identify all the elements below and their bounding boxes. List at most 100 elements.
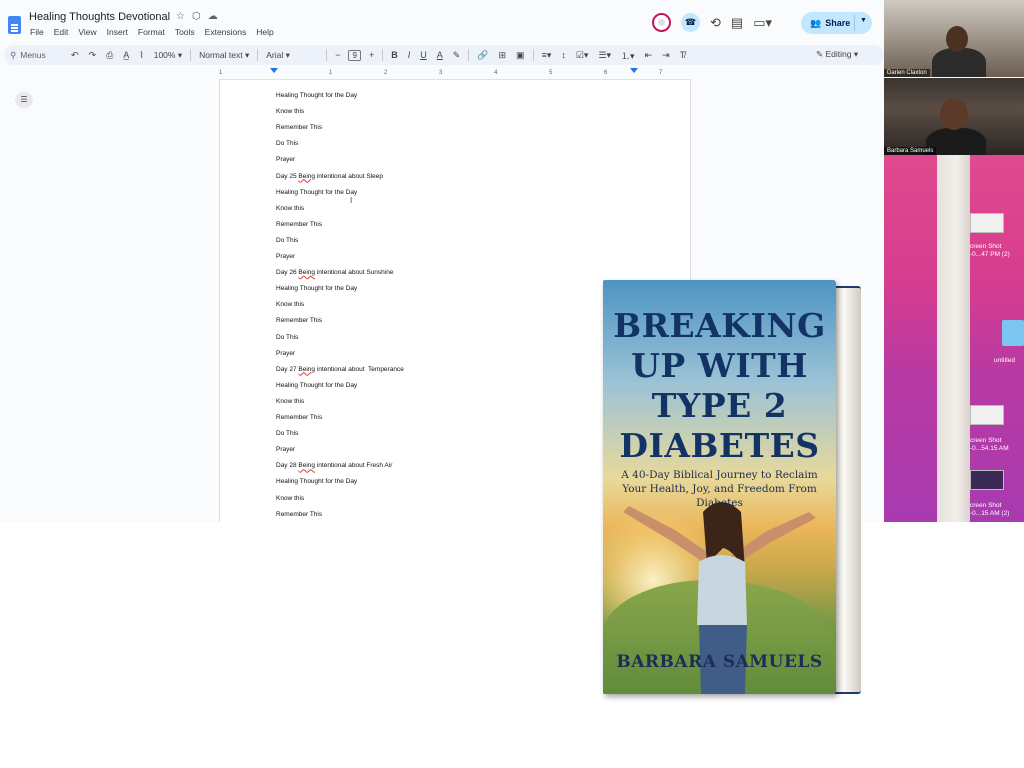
document-line[interactable]: Healing Thought for the Day bbox=[276, 382, 357, 389]
participant-video-2[interactable]: Barbara Samuels bbox=[884, 78, 1024, 155]
ruler[interactable]: 1 1 2 3 4 5 6 7 bbox=[219, 68, 691, 80]
user-avatar[interactable] bbox=[652, 13, 671, 32]
document-line[interactable]: Do This bbox=[276, 140, 298, 147]
document-line[interactable]: Prayer bbox=[276, 446, 295, 453]
dock-bar bbox=[937, 155, 970, 522]
zoom-select[interactable]: 100% ▾ bbox=[154, 50, 182, 61]
style-select[interactable]: Normal text ▾ bbox=[199, 50, 249, 61]
document-line[interactable]: Healing Thought for the Day bbox=[276, 92, 357, 99]
book-title-line: TYPE 2 bbox=[651, 386, 788, 425]
docs-logo-icon[interactable] bbox=[8, 16, 21, 34]
screenshot-thumbnail[interactable] bbox=[970, 405, 1004, 425]
align-icon[interactable]: ≡▾ bbox=[542, 50, 552, 61]
misspelled-word[interactable]: Being bbox=[298, 173, 315, 180]
docs-header: Healing Thoughts Devotional ☆ ⬡ ☁ File E… bbox=[0, 0, 884, 44]
document-line[interactable]: Remember This bbox=[276, 221, 322, 228]
desktop-item-label[interactable]: untitled bbox=[994, 357, 1015, 365]
document-outline-icon[interactable]: ☰ bbox=[15, 92, 33, 108]
document-line[interactable]: Day 25 Being intentional about Sleep bbox=[276, 173, 383, 180]
bulleted-list-icon[interactable]: ☰▾ bbox=[598, 50, 611, 61]
document-line[interactable]: Prayer bbox=[276, 253, 295, 260]
menu-file[interactable]: File bbox=[30, 27, 44, 37]
book-subtitle-line: Your Health, Joy, and Freedom From Diabe… bbox=[622, 483, 817, 509]
folder-icon[interactable] bbox=[1002, 320, 1024, 346]
paint-format-icon[interactable]: ⌇ bbox=[139, 50, 143, 61]
menu-view[interactable]: View bbox=[78, 27, 96, 37]
menu-tools[interactable]: Tools bbox=[175, 27, 195, 37]
document-line[interactable]: Prayer bbox=[276, 350, 295, 357]
move-folder-icon[interactable]: ⬡ bbox=[192, 11, 201, 22]
document-line[interactable]: Day 27 Being intentional about Temperanc… bbox=[276, 366, 404, 373]
document-line[interactable]: Do This bbox=[276, 334, 298, 341]
document-line[interactable]: Know this bbox=[276, 398, 304, 405]
decrease-indent-icon[interactable]: ⇤ bbox=[645, 50, 653, 61]
book-pages-edge bbox=[833, 288, 861, 692]
document-line[interactable]: Do This bbox=[276, 237, 298, 244]
desktop-item-label[interactable]: creen Shot -0...54.15 AM bbox=[970, 437, 1009, 453]
document-line[interactable]: Healing Thought for the Day bbox=[276, 478, 357, 485]
print-icon[interactable]: ⎙ bbox=[106, 50, 113, 61]
add-comment-icon[interactable]: ⊞ bbox=[499, 50, 507, 61]
underline-icon[interactable]: U bbox=[420, 50, 427, 60]
menu-extensions[interactable]: Extensions bbox=[205, 27, 247, 37]
screenshot-thumbnail[interactable] bbox=[970, 470, 1004, 490]
cloud-saved-icon[interactable]: ☁ bbox=[208, 11, 218, 22]
comments-icon[interactable]: ▤ bbox=[731, 15, 743, 31]
document-line[interactable]: Do This bbox=[276, 430, 298, 437]
share-button[interactable]: 👥 Share ▼ bbox=[801, 12, 872, 34]
document-title[interactable]: Healing Thoughts Devotional bbox=[29, 11, 170, 23]
document-line[interactable]: Know this bbox=[276, 301, 304, 308]
line-spacing-icon[interactable]: ↕ bbox=[561, 50, 566, 60]
menu-help[interactable]: Help bbox=[256, 27, 273, 37]
checklist-icon[interactable]: ☑▾ bbox=[576, 50, 589, 61]
document-line[interactable]: Remember This bbox=[276, 124, 322, 131]
document-line[interactable]: Know this bbox=[276, 108, 304, 115]
increase-indent-icon[interactable]: ⇥ bbox=[662, 50, 670, 61]
document-line[interactable]: Remember This bbox=[276, 414, 322, 421]
spellcheck-icon[interactable]: A̲ bbox=[123, 50, 129, 60]
menu-format[interactable]: Format bbox=[138, 27, 165, 37]
document-line[interactable]: Day 26 Being intentional about Sunshine bbox=[276, 269, 393, 276]
document-line[interactable]: Know this bbox=[276, 495, 304, 502]
font-size-input[interactable]: 9 bbox=[348, 49, 361, 61]
font-size-increase-icon[interactable]: + bbox=[369, 50, 374, 60]
redo-icon[interactable]: ↷ bbox=[89, 50, 97, 61]
document-line[interactable]: Prayer bbox=[276, 156, 295, 163]
star-icon[interactable]: ☆ bbox=[176, 11, 185, 22]
italic-icon[interactable]: I bbox=[408, 50, 411, 60]
bold-icon[interactable]: B bbox=[391, 50, 398, 60]
insert-image-icon[interactable]: ▣ bbox=[516, 50, 525, 61]
document-line[interactable]: Remember This bbox=[276, 511, 322, 518]
editing-mode-select[interactable]: ✎ Editing ▾ bbox=[816, 49, 858, 60]
share-dropdown-icon[interactable]: ▼ bbox=[860, 17, 867, 24]
meet-call-icon[interactable]: ☎ bbox=[681, 13, 700, 32]
undo-icon[interactable]: ↶ bbox=[71, 50, 79, 61]
desktop-item-label[interactable]: creen Shot -0...47 PM (2) bbox=[970, 243, 1010, 259]
document-line[interactable]: Day 28 Being intentional about Fresh Air bbox=[276, 462, 392, 469]
menus-search[interactable]: ⚲ Menus bbox=[10, 50, 66, 61]
misspelled-word[interactable]: Being bbox=[298, 269, 315, 276]
menu-insert[interactable]: Insert bbox=[107, 27, 128, 37]
font-select[interactable]: Arial ▾ bbox=[266, 50, 318, 61]
highlight-icon[interactable]: ✎ bbox=[453, 50, 461, 61]
version-history-icon[interactable]: ⟲ bbox=[710, 15, 721, 31]
left-indent-marker[interactable] bbox=[270, 68, 278, 73]
line-suffix: intentional about Fresh Air bbox=[315, 462, 393, 470]
document-line[interactable]: Healing Thought for the Day bbox=[276, 189, 357, 196]
font-size-decrease-icon[interactable]: − bbox=[335, 50, 340, 60]
video-call-icon[interactable]: ▭▾ bbox=[753, 15, 772, 31]
document-line[interactable]: Know this bbox=[276, 205, 304, 212]
screenshot-thumbnail[interactable] bbox=[970, 213, 1004, 233]
misspelled-word[interactable]: Being bbox=[298, 462, 315, 469]
numbered-list-icon[interactable]: ⒈▾ bbox=[621, 49, 635, 62]
document-line[interactable]: Healing Thought for the Day bbox=[276, 285, 357, 292]
right-indent-marker[interactable] bbox=[630, 68, 638, 73]
desktop-item-label[interactable]: creen Shot -0...15 AM (2) bbox=[970, 502, 1009, 518]
document-line[interactable]: Remember This bbox=[276, 317, 322, 324]
menu-edit[interactable]: Edit bbox=[54, 27, 69, 37]
misspelled-word[interactable]: Being bbox=[298, 366, 315, 373]
participant-video-1[interactable]: Darien Claxton bbox=[884, 0, 1024, 77]
text-color-icon[interactable]: A bbox=[437, 50, 443, 60]
clear-formatting-icon[interactable]: T̸ bbox=[680, 50, 686, 60]
link-icon[interactable]: 🔗 bbox=[477, 50, 488, 61]
